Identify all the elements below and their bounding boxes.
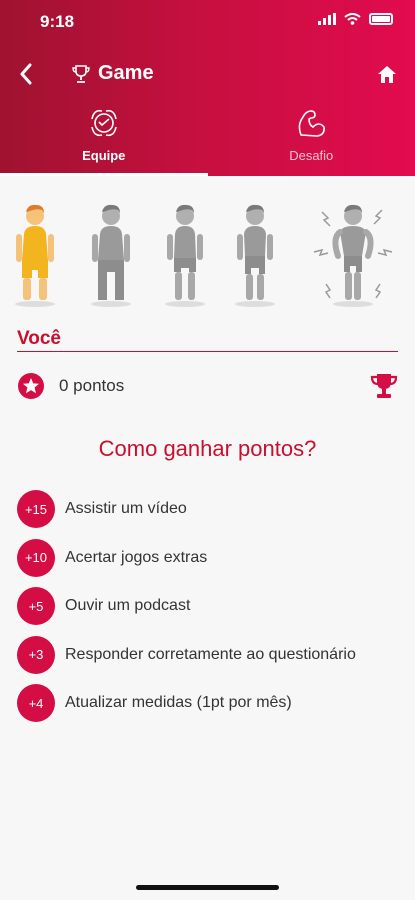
list-item: +3 Responder corretamente ao questionári…	[17, 631, 410, 680]
nav-title: Game	[72, 62, 154, 85]
home-icon	[378, 65, 396, 83]
home-button[interactable]	[373, 60, 401, 88]
points-badge: +3	[17, 635, 55, 674]
battery-icon	[369, 13, 393, 25]
points-badge: +15	[17, 490, 55, 529]
list-item: +15 Assistir um vídeo	[17, 485, 410, 534]
rule-label: Ouvir um podcast	[65, 597, 191, 615]
app-header: 9:18 Game Equipe Desafio	[0, 0, 415, 176]
points-badge: +5	[17, 587, 55, 626]
avatar-stage-2-locked	[91, 204, 131, 307]
avatar-progression	[0, 200, 415, 310]
status-time: 9:18	[40, 12, 75, 31]
trophy-button-icon[interactable]	[370, 372, 398, 400]
list-item: +10 Acertar jogos extras	[17, 534, 410, 583]
points-badge: +4	[17, 684, 55, 723]
active-tab-indicator	[0, 173, 208, 176]
points-badge: +10	[17, 538, 55, 577]
trophy-icon	[72, 64, 90, 83]
points-rules-list: +15 Assistir um vídeo +10 Acertar jogos …	[17, 485, 410, 728]
tab-label: Equipe	[82, 148, 126, 163]
wifi-icon	[344, 13, 361, 25]
avatar-stage-1-current	[15, 204, 55, 307]
points-value: 0 pontos	[59, 376, 125, 395]
avatar-stage-3-locked	[165, 204, 205, 307]
tab-equipe[interactable]: Equipe	[0, 104, 208, 176]
rule-label: Atualizar medidas (1pt por mês)	[65, 694, 292, 712]
user-label: Você	[17, 328, 62, 349]
rule-label: Responder corretamente ao questionário	[65, 645, 356, 663]
page-title: Game	[98, 62, 154, 84]
nav-bar: Game	[0, 52, 415, 96]
list-item: +4 Atualizar medidas (1pt por mês)	[17, 679, 410, 728]
back-button[interactable]	[10, 58, 42, 90]
home-indicator[interactable]	[136, 885, 279, 890]
avatar-stage-4-locked	[235, 204, 275, 307]
team-hands-icon	[86, 104, 122, 142]
tab-desafio[interactable]: Desafio	[208, 104, 415, 176]
points-row: 0 pontos	[17, 370, 398, 402]
list-item: +5 Ouvir um podcast	[17, 582, 410, 631]
tab-bar: Equipe Desafio	[0, 104, 415, 176]
chevron-left-icon	[20, 63, 32, 85]
star-icon	[18, 373, 44, 399]
how-to-title: Como ganhar pontos?	[98, 436, 317, 461]
tab-label: Desafio	[289, 148, 334, 163]
rule-label: Acertar jogos extras	[65, 548, 208, 566]
flexed-arm-icon	[293, 104, 329, 142]
signal-icon	[318, 13, 336, 25]
avatar-stage-5-locked	[313, 204, 393, 307]
status-bar: 9:18	[0, 0, 415, 44]
divider	[17, 351, 398, 352]
status-icons	[318, 13, 393, 25]
rule-label: Assistir um vídeo	[65, 500, 187, 518]
